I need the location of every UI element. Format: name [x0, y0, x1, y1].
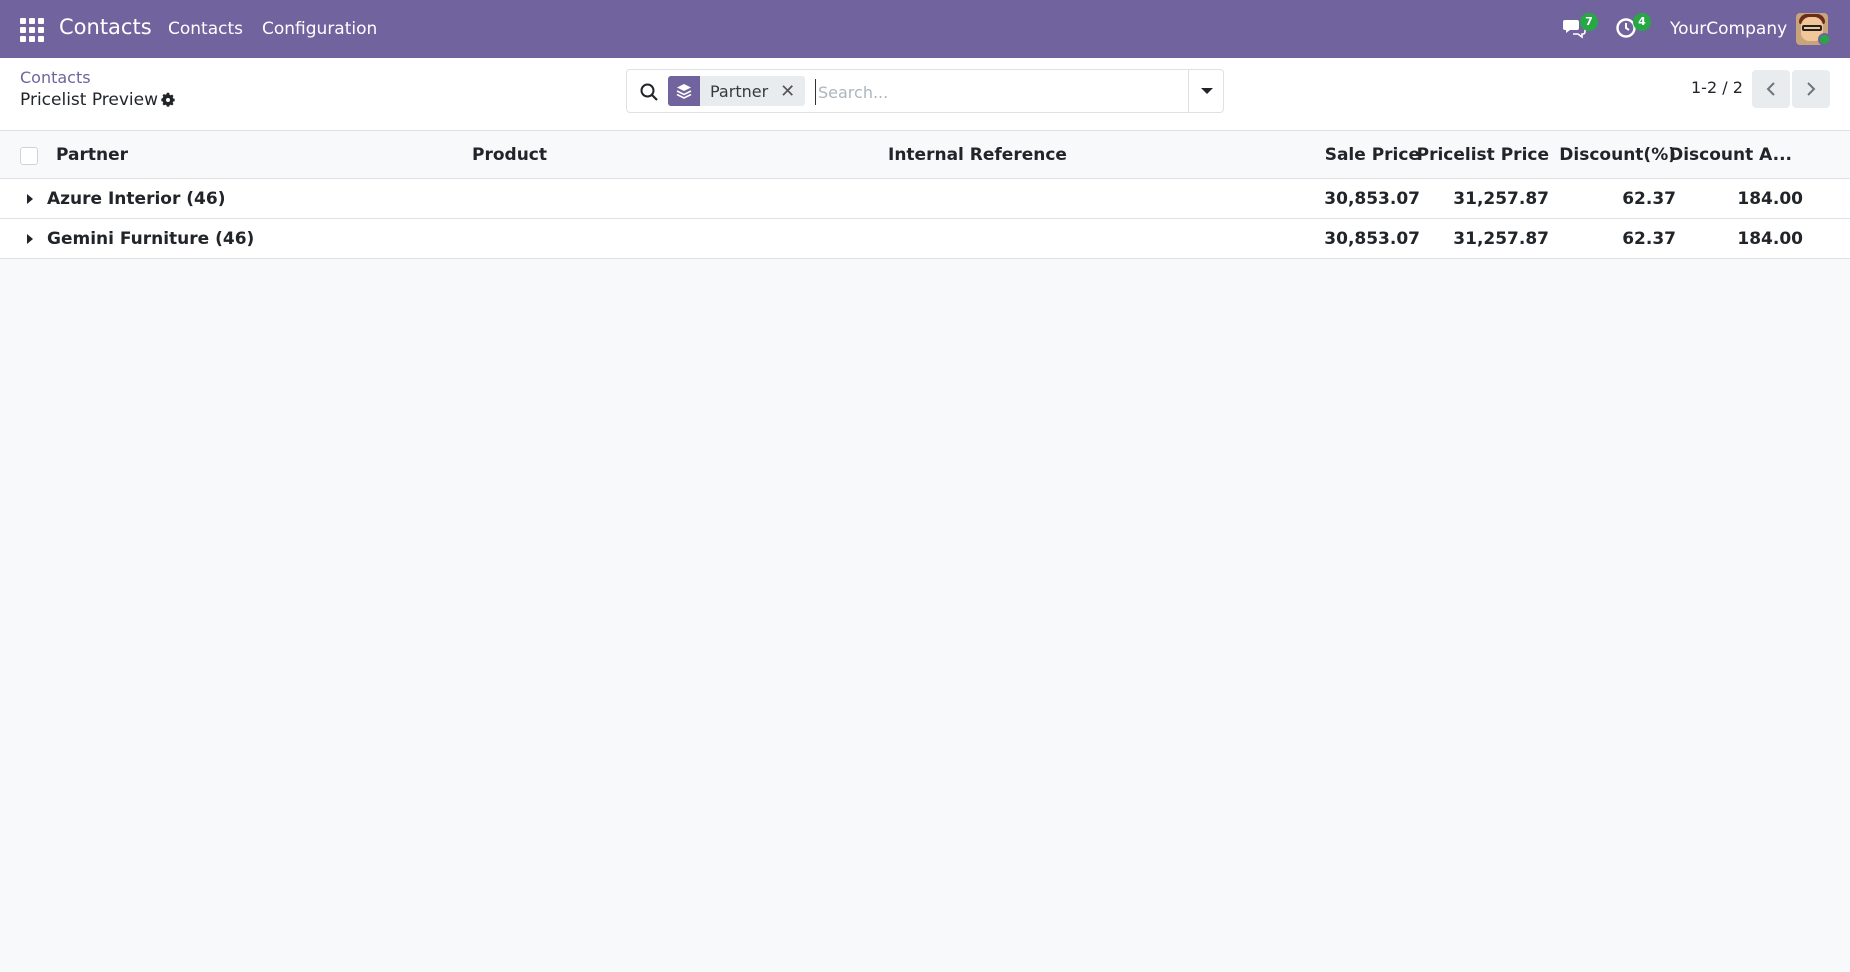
pricelist-table: Partner Product Internal Reference Sale … — [0, 131, 1850, 259]
online-status-indicator — [1818, 33, 1831, 46]
chevron-right-icon — [1807, 82, 1816, 96]
pager-value[interactable]: 1-2 / 2 — [1691, 78, 1743, 97]
activities-count-badge: 4 — [1633, 13, 1651, 31]
group-pricelist-price: 31,257.87 — [1453, 229, 1549, 249]
column-product[interactable]: Product — [472, 145, 547, 165]
column-discount-amount[interactable]: Discount A... — [1669, 145, 1792, 165]
search-input[interactable] — [815, 79, 1175, 105]
group-row-azure-interior[interactable]: Azure Interior (46) 30,853.07 31,257.87 … — [0, 179, 1850, 219]
column-pricelist-price[interactable]: Pricelist Price — [1417, 145, 1549, 165]
group-discount-amount: 184.00 — [1737, 229, 1803, 249]
messaging-button[interactable]: 7 — [1562, 13, 1598, 43]
search-bar: Partner ✕ — [626, 69, 1224, 113]
activities-button[interactable]: 4 — [1615, 13, 1651, 43]
gear-icon[interactable] — [159, 91, 177, 109]
column-partner[interactable]: Partner — [56, 145, 128, 165]
menu-contacts[interactable]: Contacts — [168, 19, 243, 39]
company-switcher[interactable]: YourCompany — [1670, 19, 1787, 39]
caret-right-icon — [27, 234, 33, 244]
group-label: Azure Interior (46) — [47, 189, 226, 209]
group-label: Gemini Furniture (46) — [47, 229, 255, 249]
chevron-left-icon — [1766, 82, 1775, 96]
group-by-icon — [668, 76, 700, 106]
caret-right-icon — [27, 194, 33, 204]
pager-previous-button[interactable] — [1752, 70, 1790, 108]
caret-down-icon — [1201, 88, 1213, 94]
app-brand[interactable]: Contacts — [59, 15, 152, 39]
group-discount-amount: 184.00 — [1737, 189, 1803, 209]
group-discount-percent: 62.37 — [1622, 189, 1676, 209]
pager-next-button[interactable] — [1792, 70, 1830, 108]
facet-label: Partner — [710, 81, 769, 101]
search-facet-partner: Partner ✕ — [668, 76, 806, 106]
column-sale-price[interactable]: Sale Price — [1325, 145, 1420, 165]
column-discount-percent[interactable]: Discount(%) — [1559, 145, 1676, 165]
group-pricelist-price: 31,257.87 — [1453, 189, 1549, 209]
search-options-toggle[interactable] — [1188, 70, 1225, 112]
table-header: Partner Product Internal Reference Sale … — [0, 131, 1850, 179]
column-internal-reference[interactable]: Internal Reference — [888, 145, 1067, 165]
select-all-checkbox[interactable] — [20, 147, 38, 165]
group-discount-percent: 62.37 — [1622, 229, 1676, 249]
breadcrumb-contacts[interactable]: Contacts — [20, 68, 91, 87]
page-title: Pricelist Preview — [20, 90, 159, 110]
group-sale-price: 30,853.07 — [1324, 189, 1420, 209]
control-panel: Contacts Pricelist Preview Partner ✕ 1- — [0, 58, 1850, 131]
search-icon[interactable] — [639, 82, 659, 102]
facet-remove-icon[interactable]: ✕ — [780, 81, 805, 102]
group-row-gemini-furniture[interactable]: Gemini Furniture (46) 30,853.07 31,257.8… — [0, 219, 1850, 259]
top-navbar: Contacts Contacts Configuration 7 4 Your… — [0, 0, 1850, 58]
messages-count-badge: 7 — [1580, 13, 1598, 31]
group-sale-price: 30,853.07 — [1324, 229, 1420, 249]
apps-menu-icon[interactable] — [20, 18, 44, 42]
menu-configuration[interactable]: Configuration — [262, 19, 377, 39]
